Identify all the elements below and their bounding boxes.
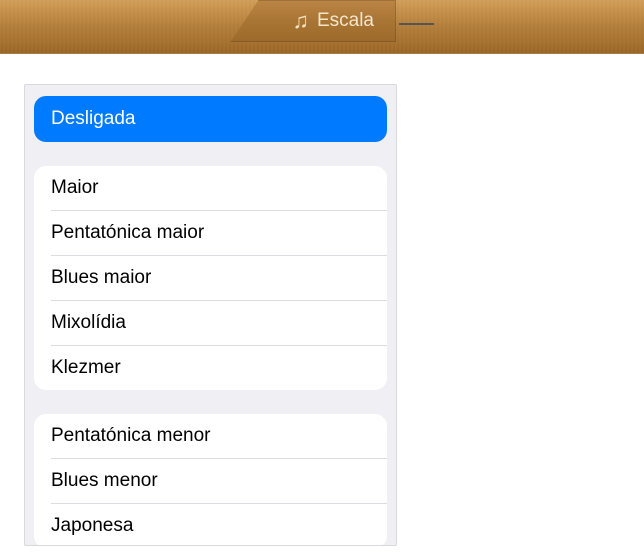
scale-group-major: Maior Pentatónica maior Blues maior Mixo… [34,166,387,390]
scale-option[interactable]: Pentatónica menor [34,414,387,458]
scale-option[interactable]: Blues maior [34,256,387,300]
annotation-callout-line [399,23,434,25]
scale-option-selected[interactable]: Desligada [34,96,387,142]
scale-option[interactable]: Mixolídia [34,301,387,345]
scale-tab[interactable]: ♫ Escala [230,0,396,42]
scale-option[interactable]: Klezmer [34,346,387,390]
scale-option[interactable]: Pentatónica maior [34,211,387,255]
scale-option[interactable]: Japonesa [34,504,387,546]
scale-tab-label: Escala [317,10,374,32]
scale-dropdown-panel: Desligada Maior Pentatónica maior Blues … [24,84,397,546]
scale-option[interactable]: Maior [34,166,387,210]
scale-option[interactable]: Blues menor [34,459,387,503]
music-notes-icon: ♫ [292,8,307,34]
scale-group-minor: Pentatónica menor Blues menor Japonesa [34,414,387,546]
